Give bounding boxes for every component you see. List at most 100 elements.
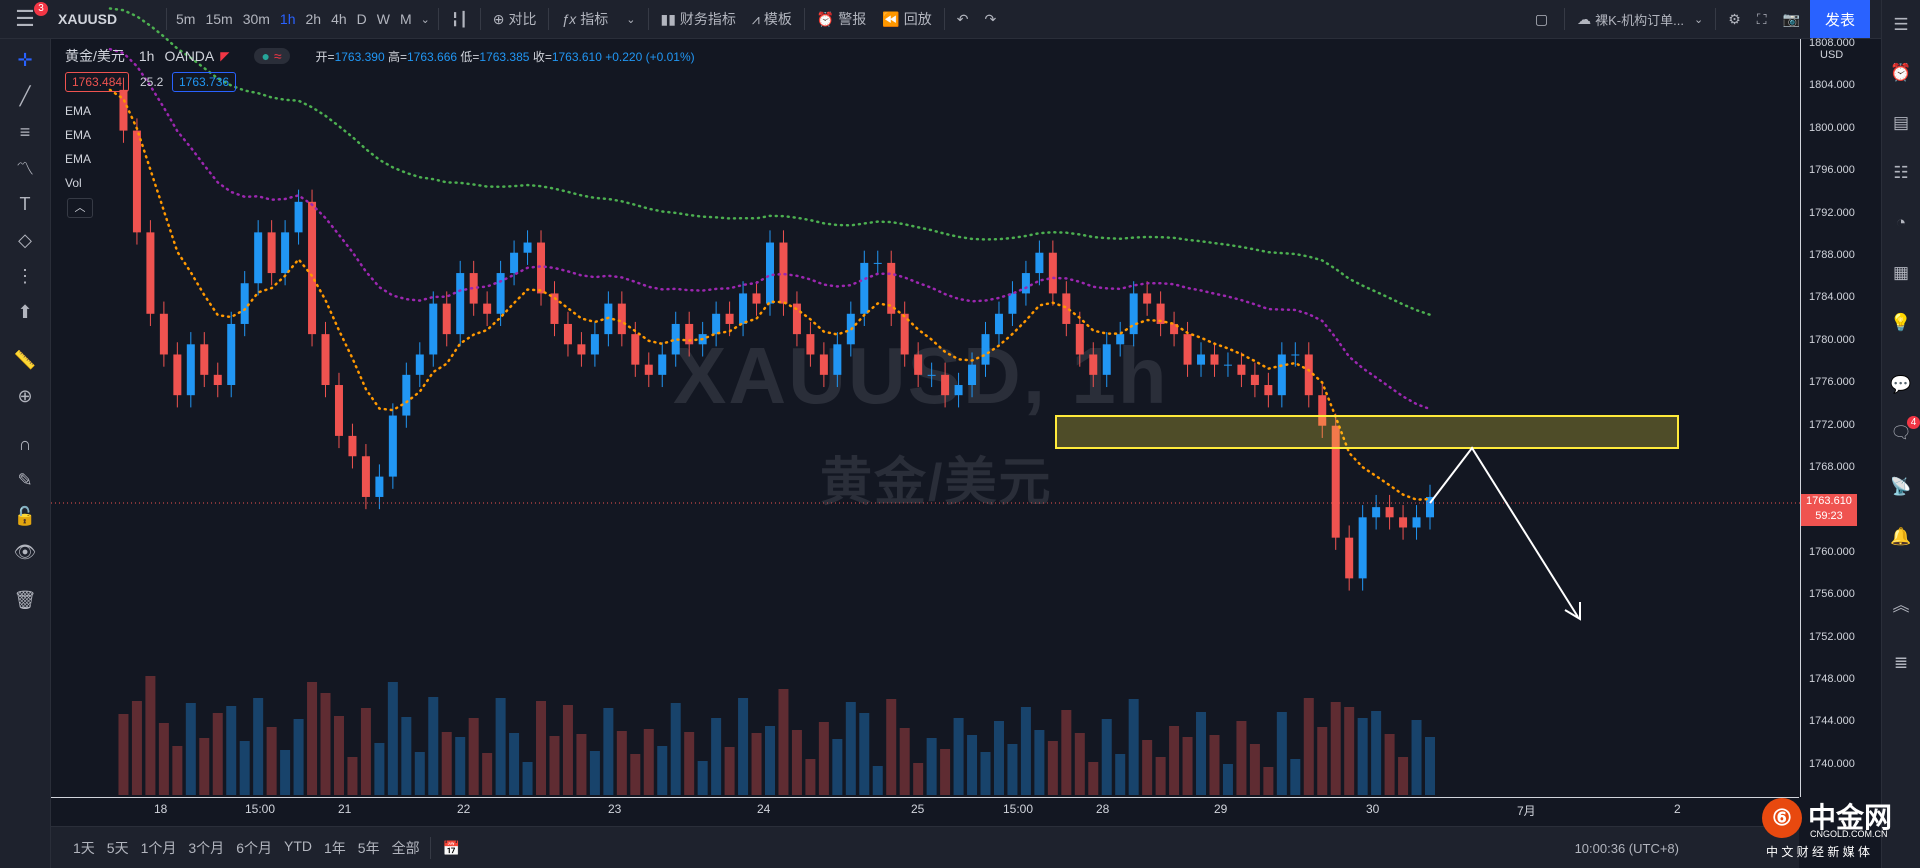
volume-bar [1222, 764, 1233, 795]
candle-body [483, 303, 492, 314]
range-button[interactable]: 5天 [101, 838, 135, 858]
alarm-clock-icon[interactable]: ⏰ [1888, 60, 1914, 86]
candle-body [173, 354, 182, 396]
volume-bar [280, 750, 291, 795]
volume-bar [1007, 744, 1018, 795]
indicator-ema-3[interactable]: EMA [65, 152, 91, 166]
lightbulb-icon[interactable]: 💡 [1888, 310, 1914, 336]
collapse-icon[interactable]: ︽ [1888, 590, 1914, 616]
candle-body [1183, 334, 1192, 365]
candle-body [361, 456, 370, 497]
broadcast-icon[interactable]: 📡 [1888, 474, 1914, 500]
currency-label: USD [1820, 49, 1844, 61]
bell-icon[interactable]: 🔔 [1888, 524, 1914, 550]
resistance-zone[interactable] [1055, 415, 1679, 449]
list-icon[interactable]: ☷ [1888, 160, 1914, 186]
candle-body [563, 323, 572, 345]
candle-body [1089, 354, 1098, 375]
candle-body [766, 242, 774, 304]
messages-icon[interactable]: 🗨 4 [1888, 416, 1920, 446]
status-dot-icon: ● [261, 48, 270, 64]
candle-body [254, 232, 263, 284]
candle-body [281, 232, 290, 274]
candlestick-chart [51, 7, 1800, 795]
candle-body [954, 385, 963, 396]
candle-body [240, 283, 249, 324]
watchlist-icon[interactable]: ☰ [1888, 12, 1914, 38]
market-status-pill[interactable]: ● ≈ [253, 48, 290, 64]
series-legend[interactable]: 黄金/美元 1h OANDA ◤ ● ≈ 开=1763.390 高=1763.6… [65, 46, 695, 66]
range-button[interactable]: YTD [278, 838, 318, 858]
date-range-button[interactable]: 📅 [435, 829, 468, 867]
legend-name: 黄金/美元 [65, 48, 125, 64]
candle-body [186, 344, 195, 396]
price-tick: 1744.000 [1809, 715, 1855, 728]
range-button[interactable]: 全部 [386, 838, 426, 858]
volume-bar [1074, 733, 1085, 795]
candle-body [1197, 354, 1206, 365]
volume-bar [1142, 740, 1153, 795]
candle-body [496, 273, 505, 314]
range-button[interactable]: 1年 [318, 838, 352, 858]
news-icon[interactable]: ▤ [1888, 110, 1914, 136]
volume-bar [1101, 719, 1112, 795]
countdown-value: 59:23 [1815, 510, 1843, 522]
candle-body [334, 385, 343, 436]
volume-bar [684, 732, 695, 795]
range-button[interactable]: 1天 [67, 838, 101, 858]
volume-bar [778, 689, 789, 795]
time-tick: 15:00 [245, 802, 276, 816]
candle-body [146, 232, 155, 314]
candle-body [456, 273, 465, 335]
volume-bar [1398, 757, 1409, 795]
time-tick: 22 [457, 802, 471, 816]
candle-body [752, 293, 761, 304]
time-tick: 23 [608, 802, 622, 816]
candle-body [1048, 252, 1057, 294]
indicator-ema-2[interactable]: EMA [65, 128, 91, 142]
time-axis[interactable]: 18 15:00 21 22 23 24 25 15:00 28 29 30 7月 2 [51, 797, 1799, 826]
candle-body [1075, 323, 1084, 355]
range-button[interactable]: 5年 [352, 838, 386, 858]
range-button[interactable]: 6个月 [230, 838, 278, 858]
volume-bar [1088, 762, 1099, 795]
volume-bar [1411, 720, 1422, 795]
volume-bar [711, 718, 722, 795]
collapse-legend-button[interactable]: ︿ [67, 198, 93, 218]
volume-bar [428, 697, 439, 795]
wave-icon: ≈ [273, 48, 282, 64]
price-axis[interactable]: 1808.000 1804.000 1800.000 1796.000 1792.000… [1800, 37, 1883, 797]
last-price-tag: 1763.610 59:23 [1801, 494, 1857, 526]
candle-body [1008, 293, 1017, 314]
indicator-vol[interactable]: Vol [65, 176, 82, 190]
volume-bar [522, 762, 533, 795]
range-button[interactable]: 3个月 [182, 838, 230, 858]
clock-display[interactable]: 10:00:36 (UTC+8) [1575, 841, 1679, 856]
volume-bar [185, 703, 196, 795]
range-button[interactable]: 1个月 [135, 838, 183, 858]
calendar-icon[interactable]: ▦ [1888, 260, 1914, 286]
candle-body [968, 364, 977, 386]
volume-bar [832, 739, 843, 795]
price-tick: 1772.000 [1809, 418, 1855, 431]
clock-icon[interactable]: ◔ [1888, 210, 1914, 236]
chevron-up-icon: ︿ [74, 202, 86, 214]
ask-price[interactable]: 1763.736 [172, 72, 237, 92]
candle-body [415, 354, 424, 375]
price-tick: 1748.000 [1809, 673, 1855, 685]
volume-bar [738, 698, 749, 795]
volume-bar [1169, 726, 1180, 795]
volume-bar [818, 722, 829, 795]
volume-bar [495, 698, 506, 795]
chat-icon[interactable]: 💬 [1888, 372, 1914, 398]
volume-bar [1047, 741, 1058, 795]
indicator-ema-1[interactable]: EMA [65, 104, 91, 118]
candle-body [388, 415, 397, 477]
candle-body [914, 354, 923, 375]
bid-price[interactable]: 1763.484 [65, 72, 130, 92]
projection-arrow[interactable] [1429, 446, 1579, 618]
price-tick: 1804.000 [1809, 79, 1855, 92]
candle-body [1291, 354, 1300, 356]
layers-icon[interactable]: ≣ [1888, 650, 1914, 676]
bottom-toolbar: 1天 5天 1个月 3个月 6个月 YTD 1年 5年 全部 📅 10:00:36 (UTC+8… [51, 826, 1799, 868]
